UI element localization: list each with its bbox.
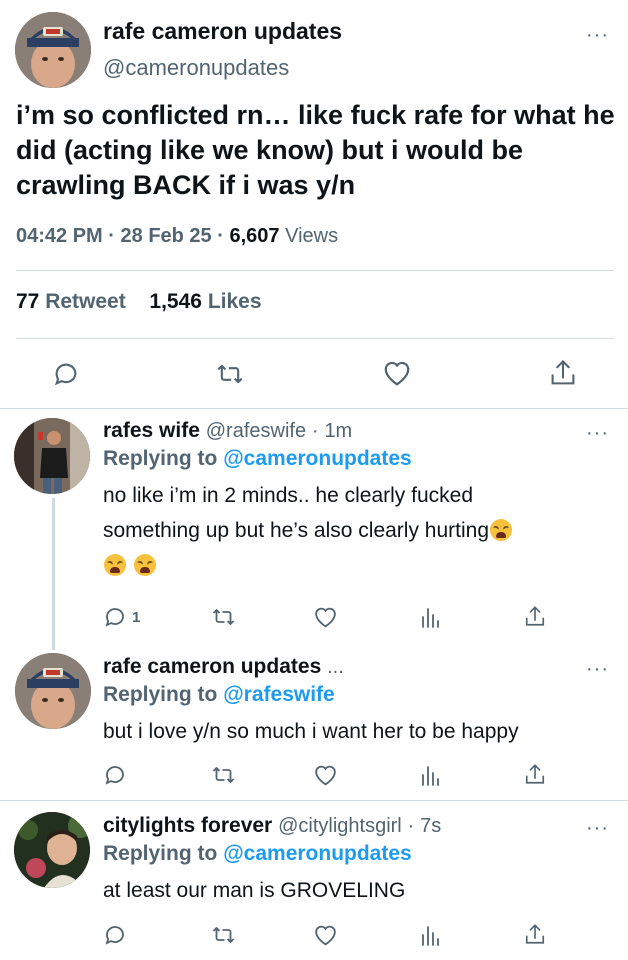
main-author-name[interactable]: rafe cameron updates: [103, 18, 342, 45]
reply-author-name[interactable]: rafes wife @rafeswife · 1m: [103, 419, 352, 443]
retweet-icon: [212, 609, 235, 625]
reply-text-line: no like i’m in 2 minds.. he clearly fuck…: [103, 484, 473, 507]
reply-button[interactable]: [103, 763, 127, 787]
reply-author-name[interactable]: rafe cameron updates ...: [103, 655, 344, 679]
share-icon: [525, 764, 545, 784]
divider: [16, 270, 614, 271]
views-button[interactable]: [420, 923, 442, 947]
share-button[interactable]: [524, 604, 546, 629]
tweet-date[interactable]: 28 Feb 25: [121, 225, 212, 247]
analytics-icon: [422, 926, 439, 946]
like-button[interactable]: [313, 763, 338, 787]
heart-icon: [315, 765, 336, 786]
replying-to: Replying to @rafeswife: [103, 683, 335, 707]
share-icon: [525, 924, 545, 944]
share-button[interactable]: [524, 762, 546, 787]
analytics-icon: [422, 608, 439, 628]
retweets-count[interactable]: 77: [16, 290, 39, 313]
divider: [0, 800, 628, 801]
like-button[interactable]: [313, 923, 338, 947]
heart-icon: [315, 607, 336, 628]
replying-to-handle[interactable]: @rafeswife: [223, 683, 335, 706]
reply-author-handle[interactable]: @citylightsgirl: [278, 815, 402, 837]
meta-separator: ·: [407, 815, 415, 837]
replying-prefix: Replying to: [103, 447, 218, 470]
tweet-time[interactable]: 04:42 PM: [16, 225, 103, 247]
retweets-label[interactable]: Retweet: [45, 290, 126, 313]
main-tweet-text: i’m so conflicted rn… like fuck rafe for…: [16, 100, 615, 200]
reply-icon: [54, 363, 77, 386]
meta-separator: ·: [108, 225, 115, 247]
reply-icon: [105, 608, 124, 627]
replying-to-handle[interactable]: @cameronupdates: [223, 447, 412, 470]
truncation-ellipsis: ...: [327, 656, 344, 678]
reply-text: at least our man is GROVELING: [103, 873, 613, 908]
views-button[interactable]: [420, 763, 442, 787]
reply-author-name[interactable]: citylights forever @citylightsgirl · 7s: [103, 814, 441, 838]
reply-author-name-text[interactable]: rafes wife: [103, 419, 200, 442]
replying-prefix: Replying to: [103, 683, 218, 706]
views-label: Views: [285, 225, 339, 247]
tired-face-emoji: [104, 554, 126, 576]
likes-count[interactable]: 1,546: [149, 290, 202, 313]
reply-button[interactable]: [52, 360, 80, 388]
meta-separator: ·: [217, 225, 224, 247]
reply-author-avatar[interactable]: [14, 418, 90, 494]
like-button[interactable]: [313, 605, 338, 629]
reply-text: but i love y/n so much i want her to be …: [103, 714, 618, 749]
retweet-icon: [212, 767, 235, 783]
reply-icon: [105, 926, 124, 945]
replying-to-handle[interactable]: @cameronupdates: [223, 842, 412, 865]
reply-count: 1: [132, 608, 141, 626]
share-icon: [551, 359, 575, 385]
likes-label[interactable]: Likes: [208, 290, 262, 313]
more-options-icon[interactable]: ···: [586, 423, 609, 443]
tweet-stats: 77 Retweet 1,546 Likes: [16, 290, 262, 314]
reply-author-avatar[interactable]: [15, 653, 91, 729]
replying-to: Replying to @cameronupdates: [103, 842, 412, 866]
like-button[interactable]: [382, 359, 412, 387]
retweet-button[interactable]: [214, 360, 246, 388]
reply-button[interactable]: 1: [103, 605, 140, 629]
reply-author-avatar[interactable]: [14, 812, 90, 888]
share-icon: [525, 606, 545, 626]
reply-text-line: but i love y/n so much i want her to be …: [103, 720, 519, 743]
more-options-icon[interactable]: ···: [586, 818, 609, 838]
reply-text-line: at least our man is GROVELING: [103, 879, 406, 902]
share-button[interactable]: [524, 922, 546, 947]
heart-icon: [315, 925, 336, 946]
reply-time[interactable]: 7s: [420, 815, 441, 837]
main-author-handle[interactable]: @cameronupdates: [103, 55, 289, 81]
reply-author-handle[interactable]: @rafeswife: [206, 420, 306, 442]
reply-text: no like i’m in 2 minds.. he clearly fuck…: [103, 478, 613, 583]
reply-icon: [105, 766, 124, 785]
retweet-button[interactable]: [210, 763, 237, 787]
replying-prefix: Replying to: [103, 842, 218, 865]
divider: [0, 408, 628, 409]
replying-to: Replying to @cameronupdates: [103, 447, 412, 471]
views-count: 6,607: [229, 225, 280, 247]
tired-face-emoji: [490, 519, 513, 541]
heart-icon: [384, 361, 410, 386]
share-button[interactable]: [549, 358, 577, 388]
views-button[interactable]: [420, 605, 442, 629]
more-options-icon[interactable]: ···: [586, 25, 609, 45]
reply-text-line: something up but he’s also clearly hurti…: [103, 519, 490, 542]
tired-face-emoji: [133, 554, 156, 576]
reply-time[interactable]: 1m: [324, 420, 352, 442]
retweet-button[interactable]: [210, 923, 237, 947]
analytics-icon: [422, 766, 439, 786]
divider: [16, 338, 614, 339]
tweet-meta: 04:42 PM · 28 Feb 25 · 6,607 Views: [16, 225, 338, 248]
reply-button[interactable]: [103, 923, 127, 947]
retweet-button[interactable]: [210, 605, 237, 629]
main-author-avatar[interactable]: [15, 12, 91, 88]
reply-author-name-text[interactable]: citylights forever: [103, 814, 272, 837]
retweet-icon: [217, 364, 243, 384]
more-options-icon[interactable]: ···: [586, 659, 609, 679]
retweet-icon: [212, 927, 235, 943]
meta-separator: ·: [311, 420, 319, 442]
reply-author-name-text[interactable]: rafe cameron updates: [103, 655, 321, 678]
thread-connector: [52, 498, 55, 650]
